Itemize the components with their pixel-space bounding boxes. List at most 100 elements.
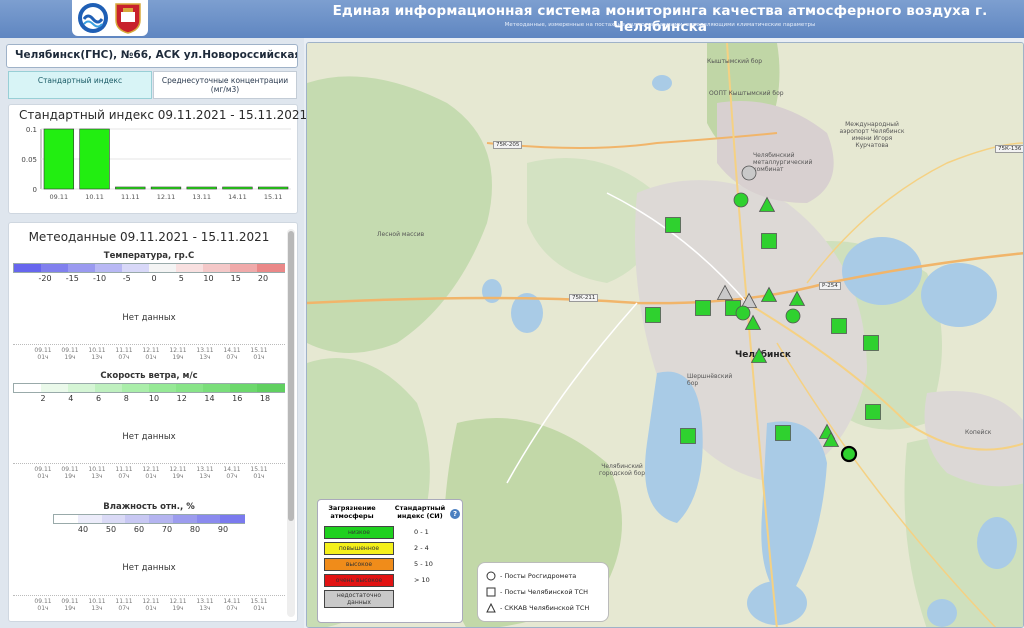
wind-scale xyxy=(13,383,285,393)
temperature-date-axis: 09.11 01ч 09.11 19ч 10.11 13ч 11.11 07ч 12.11 01ч… xyxy=(13,347,285,367)
x-tick-label: 11.11 xyxy=(121,193,140,201)
tsn-post-marker[interactable] xyxy=(830,317,848,335)
x-tick-label: 13.11 xyxy=(192,193,211,201)
bar xyxy=(43,128,75,190)
tab-daily-concentrations[interactable]: Среднесуточные концентрации (мг/м3) xyxy=(153,71,297,99)
left-panel: Челябинск(ГНС), №66, АСК ул.Новороссийск… xyxy=(0,38,308,628)
wind-axis xyxy=(13,463,285,464)
tsn-post-marker[interactable] xyxy=(694,299,712,317)
sckav-post-marker[interactable] xyxy=(788,290,806,308)
date-tick-label: 12.11 19ч xyxy=(169,347,187,361)
wind-no-data: Нет данных xyxy=(122,432,176,442)
tsn-post-marker[interactable] xyxy=(862,334,880,352)
scale-segment xyxy=(257,264,285,272)
sckav-post-marker[interactable] xyxy=(750,347,768,365)
scale-segment xyxy=(14,264,42,272)
rosgidromet-post-marker[interactable] xyxy=(740,164,758,182)
scale-segment xyxy=(95,384,123,392)
rosgidromet-post-marker[interactable] xyxy=(840,445,858,463)
bar xyxy=(222,186,253,190)
date-tick-label: 12.11 19ч xyxy=(169,598,187,612)
chelyabinsk-coat-of-arms-icon xyxy=(115,3,141,34)
triangle-icon xyxy=(486,602,496,613)
scale-tick-label: -5 xyxy=(122,274,131,283)
bar xyxy=(150,186,182,190)
date-tick-label: 12.11 01ч xyxy=(142,347,160,361)
sckav-post-marker[interactable] xyxy=(822,431,840,449)
date-tick-label: 15.11 01ч xyxy=(250,598,268,612)
tsn-post-marker[interactable] xyxy=(864,403,882,421)
humidity-scale xyxy=(53,514,245,524)
scale-tick-label: 16 xyxy=(232,394,243,403)
road-label: Р-254 xyxy=(819,282,841,290)
x-tick-label: 09.11 xyxy=(50,193,69,201)
map-label-metallurgical-plant: Челябинский металлургический комбинат xyxy=(753,152,813,173)
legend-range-high: 5 - 10 xyxy=(414,560,433,568)
bar xyxy=(115,186,146,190)
bar xyxy=(257,186,289,190)
scale-segment xyxy=(41,264,69,272)
scale-segment xyxy=(54,515,79,523)
scale-tick-label: 4 xyxy=(68,394,74,403)
meteo-scrollbar[interactable] xyxy=(287,229,295,617)
tsn-post-marker[interactable] xyxy=(664,216,682,234)
tsn-post-marker[interactable] xyxy=(760,232,778,250)
standard-index-chart: 0.1 0.05 0 09.11 10.11 11.11 12.11 13.11 14.11 15… xyxy=(21,126,291,201)
scale-tick-label: 14 xyxy=(204,394,215,403)
scale-segment xyxy=(122,264,150,272)
scale-tick-label: 20 xyxy=(257,274,269,283)
rosgidromet-post-marker[interactable] xyxy=(732,191,750,209)
temperature-axis xyxy=(13,344,285,345)
tsn-post-marker[interactable] xyxy=(644,306,662,324)
date-tick-label: 14.11 07ч xyxy=(223,466,241,480)
x-tick-label: 15.11 xyxy=(264,193,283,201)
scale-tick-label: 60 xyxy=(133,525,145,534)
type-label: - Посты Челябинской ТСН xyxy=(500,588,589,596)
y-tick-label: 0.05 xyxy=(21,156,37,164)
wind-title: Скорость ветра, м/с xyxy=(100,371,198,381)
scale-segment xyxy=(149,515,174,523)
logos xyxy=(72,0,148,36)
scale-segment xyxy=(257,384,285,392)
type-label: - Посты Росгидромета xyxy=(500,572,577,580)
station-type-legend: - Посты Росгидромета - Посты Челябинской… xyxy=(477,562,609,622)
date-tick-label: 09.11 01ч xyxy=(34,598,52,612)
tsn-post-marker[interactable] xyxy=(774,424,792,442)
scale-segment xyxy=(68,384,96,392)
road-label: 75К-211 xyxy=(569,294,599,302)
scale-tick-label: 2 xyxy=(40,394,46,403)
standard-index-title: Стандартный индекс 09.11.2021 - 15.11.20… xyxy=(19,108,308,122)
date-tick-label: 13.11 13ч xyxy=(196,466,214,480)
scale-tick-label: 70 xyxy=(161,525,173,534)
help-icon[interactable]: ? xyxy=(450,509,460,519)
tab-standard-index[interactable]: Стандартный индекс xyxy=(8,71,152,99)
page-subtitle: Метеоданные, измеренные на постах, не яв… xyxy=(504,22,816,28)
rosgidromet-post-marker[interactable] xyxy=(784,307,802,325)
circle-icon xyxy=(486,571,496,581)
scale-segment xyxy=(230,384,258,392)
date-tick-label: 09.11 19ч xyxy=(61,347,79,361)
sckav-post-marker[interactable] xyxy=(758,196,776,214)
date-tick-label: 10.11 13ч xyxy=(88,466,106,480)
date-tick-label: 12.11 19ч xyxy=(169,466,187,480)
scale-tick-label: -20 xyxy=(38,274,52,283)
map-label-airport: Международный аэропорт Челябинск имени И… xyxy=(839,121,905,149)
date-tick-label: 10.11 13ч xyxy=(88,598,106,612)
scale-segment xyxy=(203,384,231,392)
sckav-post-marker[interactable] xyxy=(760,286,778,304)
scale-tick-label: 10 xyxy=(203,274,214,283)
map-label-city-forest: Челябинский городской бор xyxy=(598,463,646,477)
scale-segment xyxy=(220,515,245,523)
tsn-post-marker[interactable] xyxy=(679,427,697,445)
header-bar: Единая информационная система мониторинг… xyxy=(0,0,1024,38)
map-view[interactable]: Кыштымский бор ООПТ Кыштымский бор Челяб… xyxy=(306,42,1024,628)
legend-pollution-header: Загрязнение атмосферы xyxy=(328,504,376,520)
date-tick-label: 09.11 19ч xyxy=(61,598,79,612)
type-rosgidromet: - Посты Росгидромета xyxy=(486,571,576,581)
date-tick-label: 14.11 07ч xyxy=(223,347,241,361)
date-tick-label: 09.11 01ч xyxy=(34,347,52,361)
sckav-post-marker[interactable] xyxy=(744,314,762,332)
date-tick-label: 15.11 01ч xyxy=(250,347,268,361)
station-select[interactable]: Челябинск(ГНС), №66, АСК ул.Новороссийск… xyxy=(6,44,298,68)
scale-tick-label: 90 xyxy=(217,525,229,534)
